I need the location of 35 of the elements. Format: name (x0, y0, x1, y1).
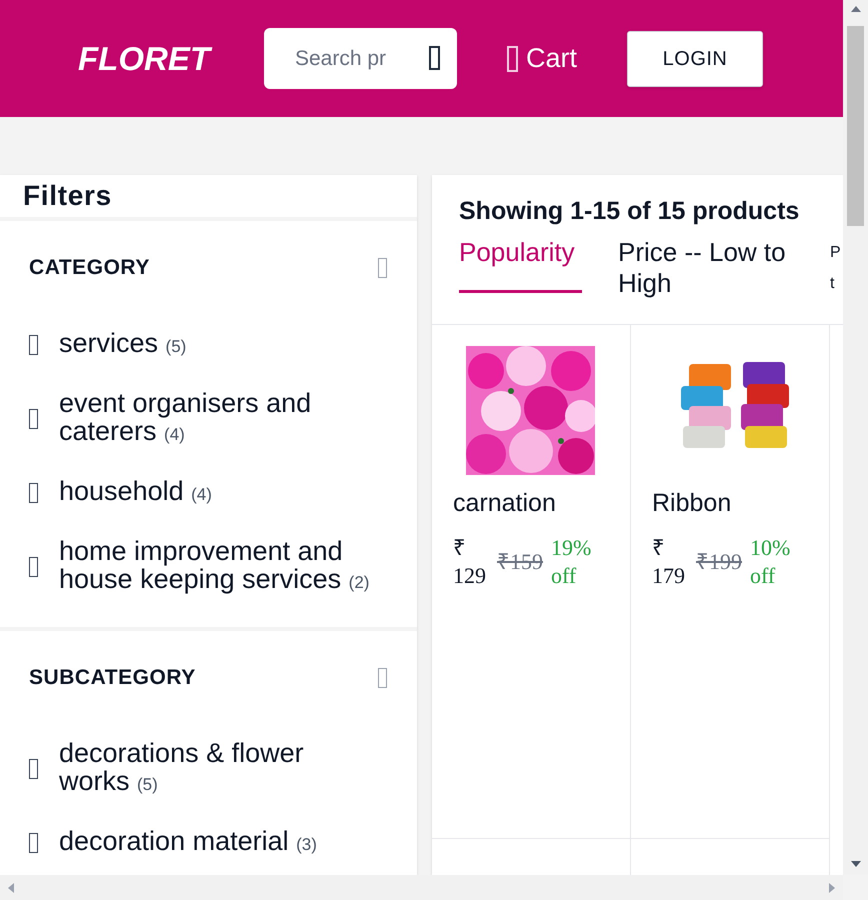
original-price: ₹199 (696, 548, 742, 576)
filter-option[interactable]: household (4) (59, 477, 212, 509)
filter-option[interactable]: services (5) (59, 329, 186, 361)
checkbox[interactable] (29, 335, 38, 355)
checkbox[interactable] (29, 409, 38, 429)
results-summary: Showing 1-15 of 15 products (459, 196, 800, 227)
discount: 19% off (551, 534, 592, 590)
checkbox[interactable] (29, 483, 38, 503)
price: ₹ 179 (652, 534, 686, 590)
discount: 10% off (750, 534, 792, 590)
product-name[interactable]: carnation (453, 484, 609, 522)
filters-title: Filters (23, 179, 112, 213)
expand-icon[interactable] (378, 668, 387, 688)
login-button[interactable]: LOGIN (627, 30, 764, 86)
checkbox[interactable] (29, 759, 38, 779)
sort-tab[interactable]: Price -- Low to High (618, 236, 794, 324)
section-title[interactable]: CATEGORY (29, 252, 150, 284)
sort-tab[interactable]: Popularity (459, 236, 582, 292)
cart-icon (507, 46, 518, 72)
cart-link[interactable]: Cart (507, 38, 578, 79)
filter-option[interactable]: event organisers and caterers (4) (59, 389, 379, 449)
checkbox[interactable] (29, 833, 38, 853)
filter-option[interactable]: home improvement and house keeping services (2) (59, 537, 379, 597)
checkbox[interactable] (29, 557, 38, 577)
search-field[interactable]: Search pr (264, 28, 457, 89)
section-title[interactable]: SUBCATEGORY (29, 662, 196, 694)
filter-option[interactable]: decoration material (3) (59, 827, 317, 859)
filter-option[interactable]: decorations & flower works (5) (59, 739, 379, 799)
price: ₹ 129 (453, 534, 487, 590)
search-icon[interactable] (429, 46, 440, 70)
sort-tab[interactable]: P t (830, 236, 841, 324)
original-price: ₹159 (497, 548, 543, 576)
expand-icon[interactable] (378, 258, 387, 278)
product-name[interactable]: Ribbon (652, 484, 808, 522)
logo[interactable]: FLORET (78, 34, 238, 84)
